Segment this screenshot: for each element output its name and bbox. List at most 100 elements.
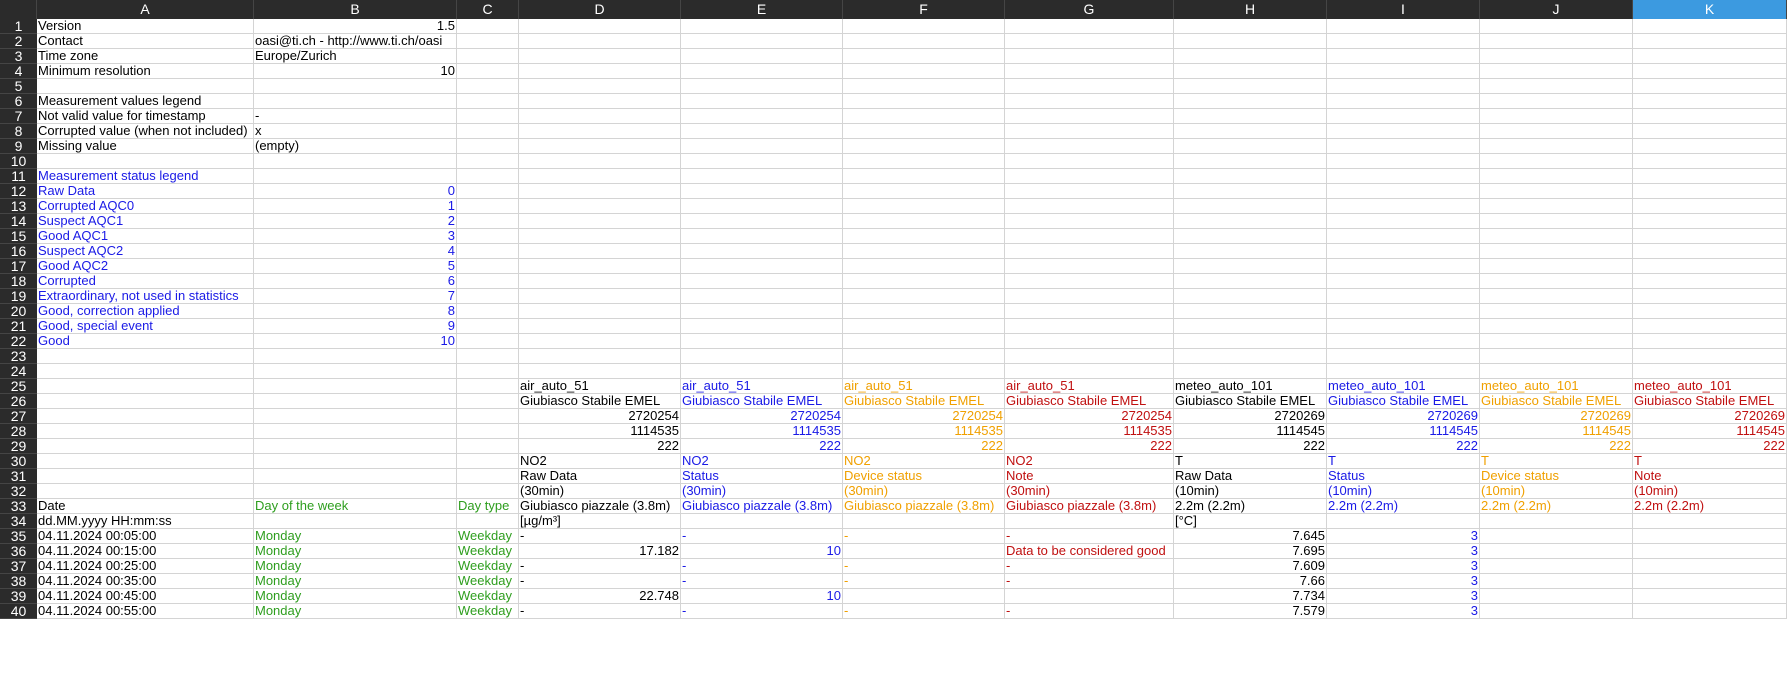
cell-b23[interactable]	[254, 349, 457, 364]
cell-f7[interactable]	[843, 109, 1005, 124]
row-header-12[interactable]: 12	[0, 184, 37, 199]
cell-d27[interactable]: 2720254	[519, 409, 681, 424]
spreadsheet-grid[interactable]: ABCDEFGHIJK 1 Version 1.5 2 Contact oasi@ti.c…	[0, 0, 1787, 700]
cell-e36[interactable]: 10	[681, 544, 843, 559]
cell-e32[interactable]: (30min)	[681, 484, 843, 499]
cell-i25[interactable]: meteo_auto_101	[1327, 379, 1480, 394]
cell-a22[interactable]: Good	[37, 334, 254, 349]
column-header-h[interactable]: H	[1174, 0, 1327, 19]
cell-f11[interactable]	[843, 169, 1005, 184]
cell-e25[interactable]: air_auto_51	[681, 379, 843, 394]
cell-e12[interactable]	[681, 184, 843, 199]
cell-a13[interactable]: Corrupted AQC0	[37, 199, 254, 214]
cell-j8[interactable]	[1480, 124, 1633, 139]
cell-e37[interactable]: -	[681, 559, 843, 574]
cell-d20[interactable]	[519, 304, 681, 319]
cell-h39[interactable]: 7.734	[1174, 589, 1327, 604]
cell-k3[interactable]	[1633, 49, 1787, 64]
cell-b2[interactable]: oasi@ti.ch - http://www.ti.ch/oasi	[254, 34, 457, 49]
row-header-29[interactable]: 29	[0, 439, 37, 454]
cell-h28[interactable]: 1114545	[1174, 424, 1327, 439]
cell-d1[interactable]	[519, 19, 681, 34]
cell-i21[interactable]	[1327, 319, 1480, 334]
cell-b31[interactable]	[254, 469, 457, 484]
cell-b35[interactable]: Monday	[254, 529, 457, 544]
row-header-3[interactable]: 3	[0, 49, 37, 64]
row-header-30[interactable]: 30	[0, 454, 37, 469]
cell-h9[interactable]	[1174, 139, 1327, 154]
cell-e7[interactable]	[681, 109, 843, 124]
row-header-19[interactable]: 19	[0, 289, 37, 304]
cell-d33[interactable]: Giubiasco piazzale (3.8m)	[519, 499, 681, 514]
cell-j23[interactable]	[1480, 349, 1633, 364]
cell-e19[interactable]	[681, 289, 843, 304]
cell-b12[interactable]: 0	[254, 184, 457, 199]
cell-c9[interactable]	[457, 139, 519, 154]
cell-b19[interactable]: 7	[254, 289, 457, 304]
cell-h35[interactable]: 7.645	[1174, 529, 1327, 544]
cell-i16[interactable]	[1327, 244, 1480, 259]
row-header-31[interactable]: 31	[0, 469, 37, 484]
cell-a27[interactable]	[37, 409, 254, 424]
cell-d16[interactable]	[519, 244, 681, 259]
cell-b20[interactable]: 8	[254, 304, 457, 319]
cell-g8[interactable]	[1005, 124, 1174, 139]
cell-c40[interactable]: Weekday	[457, 604, 519, 619]
cell-e40[interactable]: -	[681, 604, 843, 619]
cell-h25[interactable]: meteo_auto_101	[1174, 379, 1327, 394]
cell-f17[interactable]	[843, 259, 1005, 274]
cell-d14[interactable]	[519, 214, 681, 229]
cell-j26[interactable]: Giubiasco Stabile EMEL	[1480, 394, 1633, 409]
cell-f37[interactable]: -	[843, 559, 1005, 574]
cell-k25[interactable]: meteo_auto_101	[1633, 379, 1787, 394]
cell-b38[interactable]: Monday	[254, 574, 457, 589]
row-header-26[interactable]: 26	[0, 394, 37, 409]
cell-e5[interactable]	[681, 79, 843, 94]
cell-h23[interactable]	[1174, 349, 1327, 364]
cell-k39[interactable]	[1633, 589, 1787, 604]
cell-a20[interactable]: Good, correction applied	[37, 304, 254, 319]
cell-i27[interactable]: 2720269	[1327, 409, 1480, 424]
cell-c13[interactable]	[457, 199, 519, 214]
cell-b15[interactable]: 3	[254, 229, 457, 244]
cell-i14[interactable]	[1327, 214, 1480, 229]
cell-i2[interactable]	[1327, 34, 1480, 49]
cell-b16[interactable]: 4	[254, 244, 457, 259]
column-header-i[interactable]: I	[1327, 0, 1480, 19]
cell-g34[interactable]	[1005, 514, 1174, 529]
row-header-13[interactable]: 13	[0, 199, 37, 214]
cell-c18[interactable]	[457, 274, 519, 289]
cell-f18[interactable]	[843, 274, 1005, 289]
cell-g11[interactable]	[1005, 169, 1174, 184]
cell-h3[interactable]	[1174, 49, 1327, 64]
cell-f30[interactable]: NO2	[843, 454, 1005, 469]
select-all-corner[interactable]	[0, 0, 37, 19]
cell-e13[interactable]	[681, 199, 843, 214]
cell-g5[interactable]	[1005, 79, 1174, 94]
cell-d36[interactable]: 17.182	[519, 544, 681, 559]
cell-j24[interactable]	[1480, 364, 1633, 379]
cell-i10[interactable]	[1327, 154, 1480, 169]
cell-d6[interactable]	[519, 94, 681, 109]
cell-c21[interactable]	[457, 319, 519, 334]
cell-b36[interactable]: Monday	[254, 544, 457, 559]
cell-i22[interactable]	[1327, 334, 1480, 349]
cell-j10[interactable]	[1480, 154, 1633, 169]
cell-h6[interactable]	[1174, 94, 1327, 109]
cell-f21[interactable]	[843, 319, 1005, 334]
cell-k32[interactable]: (10min)	[1633, 484, 1787, 499]
cell-c34[interactable]	[457, 514, 519, 529]
cell-k17[interactable]	[1633, 259, 1787, 274]
cell-a24[interactable]	[37, 364, 254, 379]
cell-c5[interactable]	[457, 79, 519, 94]
cell-b3[interactable]: Europe/Zurich	[254, 49, 457, 64]
cell-c19[interactable]	[457, 289, 519, 304]
cell-h32[interactable]: (10min)	[1174, 484, 1327, 499]
cell-j22[interactable]	[1480, 334, 1633, 349]
cell-a26[interactable]	[37, 394, 254, 409]
column-header-e[interactable]: E	[681, 0, 843, 19]
cell-f13[interactable]	[843, 199, 1005, 214]
cell-b9[interactable]: (empty)	[254, 139, 457, 154]
cell-d29[interactable]: 222	[519, 439, 681, 454]
cell-j28[interactable]: 1114545	[1480, 424, 1633, 439]
